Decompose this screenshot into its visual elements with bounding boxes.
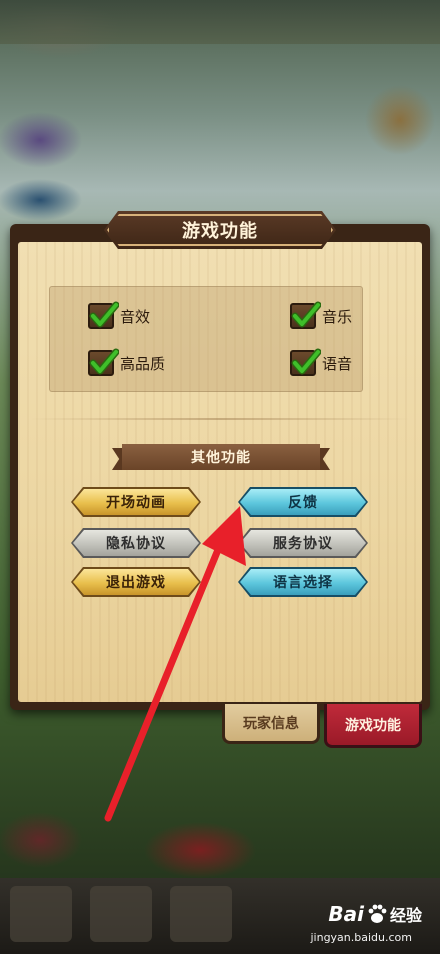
service-agreement-label: 服务协议: [273, 536, 333, 552]
other-functions-title: 其他功能: [191, 450, 251, 466]
high-quality-checkbox[interactable]: [88, 348, 119, 376]
feedback-button[interactable]: 反馈: [238, 487, 368, 517]
opening-animation-button[interactable]: 开场动画: [71, 487, 201, 517]
sound-effects-option[interactable]: 音效: [88, 301, 151, 329]
sound-effects-label: 音效: [120, 307, 151, 326]
voice-checkbox[interactable]: [290, 348, 321, 376]
panel-title-banner: 游戏功能: [104, 211, 336, 249]
music-option[interactable]: 音乐: [290, 301, 353, 329]
tab-game-functions[interactable]: 游戏功能: [324, 704, 422, 748]
exit-game-button[interactable]: 退出游戏: [71, 567, 201, 597]
music-label: 音乐: [322, 307, 353, 326]
checkmark-icon: [89, 301, 119, 328]
baidu-watermark: Bai 经验: [328, 902, 422, 926]
music-checkbox[interactable]: [290, 301, 321, 329]
other-functions-ribbon: 其他功能: [112, 444, 330, 470]
watermark-url: jingyan.baidu.com: [310, 931, 412, 944]
high-quality-option[interactable]: 高品质: [88, 348, 166, 376]
opening-animation-label: 开场动画: [106, 495, 166, 511]
service-agreement-button[interactable]: 服务协议: [238, 528, 368, 558]
sound-effects-checkbox[interactable]: [88, 301, 119, 329]
panel-title: 游戏功能: [182, 221, 258, 242]
paw-icon: [368, 904, 387, 923]
tab-player-info-label: 玩家信息: [243, 715, 299, 732]
exit-game-label: 退出游戏: [106, 575, 166, 591]
language-select-label: 语言选择: [273, 575, 333, 591]
voice-option[interactable]: 语音: [290, 348, 353, 376]
tab-player-info[interactable]: 玩家信息: [222, 704, 320, 744]
feedback-label: 反馈: [288, 495, 318, 511]
background-slot: [170, 886, 232, 942]
background-slot: [90, 886, 152, 942]
section-divider: [30, 418, 410, 420]
voice-label: 语音: [322, 354, 353, 373]
tab-game-functions-label: 游戏功能: [345, 717, 401, 734]
language-select-button[interactable]: 语言选择: [238, 567, 368, 597]
watermark-suffix: 经验: [389, 906, 422, 925]
privacy-policy-button[interactable]: 隐私协议: [71, 528, 201, 558]
watermark-brand: Bai: [328, 902, 364, 926]
checkmark-icon: [291, 348, 321, 375]
background-slot: [10, 886, 72, 942]
privacy-policy-label: 隐私协议: [106, 536, 166, 552]
high-quality-label: 高品质: [120, 354, 166, 373]
background-top-bar: [0, 0, 440, 44]
checkmark-icon: [89, 348, 119, 375]
checkmark-icon: [291, 301, 321, 328]
